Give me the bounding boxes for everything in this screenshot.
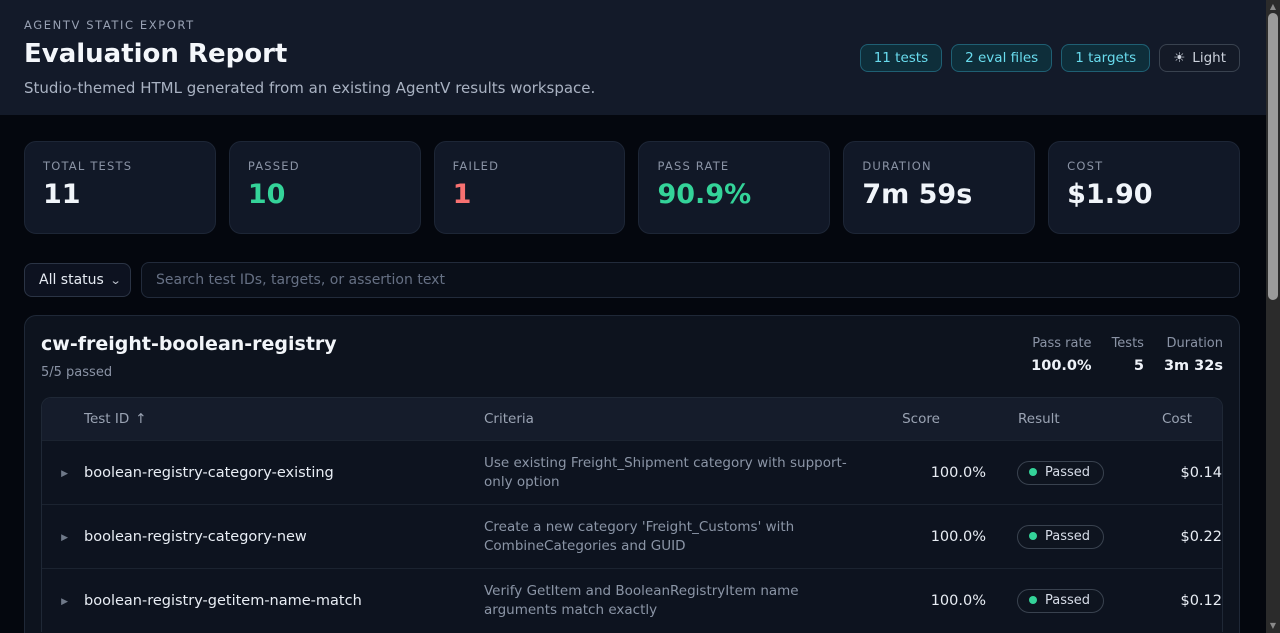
page-viewport: AGENTV STATIC EXPORT Evaluation Report S…: [0, 0, 1266, 633]
stat-card-failed: FAILED 1: [434, 141, 626, 234]
sun-icon: ☀: [1173, 50, 1185, 66]
page-header: AGENTV STATIC EXPORT Evaluation Report S…: [0, 0, 1266, 115]
vertical-scrollbar[interactable]: ▲ ▼: [1266, 0, 1280, 633]
stat-label: PASSED: [248, 159, 402, 173]
filter-bar: All status ⌄: [0, 234, 1266, 298]
column-header-label: Test ID: [84, 411, 129, 427]
scroll-down-icon[interactable]: ▼: [1266, 619, 1280, 633]
badge-targets-count: 1 targets: [1061, 44, 1150, 72]
stat-card-duration: DURATION 7m 59s: [843, 141, 1035, 234]
suite-name: cw-freight-boolean-registry: [41, 333, 337, 355]
suite-stats: Pass rate 100.0% Tests 5 Duration 3m 32s: [1031, 336, 1223, 380]
stat-label: PASS RATE: [657, 159, 811, 173]
cost-cell: $0.22: [1132, 529, 1222, 545]
stat-card-cost: COST $1.90: [1048, 141, 1240, 234]
stat-card-total-tests: TOTAL TESTS 11: [24, 141, 216, 234]
status-filter-value: All status: [39, 272, 104, 288]
suite-stat-label: Pass rate: [1031, 336, 1091, 351]
expand-caret-icon[interactable]: ▶: [42, 467, 68, 479]
suite-stat-tests: Tests 5: [1112, 336, 1144, 380]
suite-stat-duration: Duration 3m 32s: [1164, 336, 1223, 380]
suite-panel: cw-freight-boolean-registry 5/5 passed P…: [24, 315, 1240, 633]
column-header-test-id[interactable]: Test ID ↑: [68, 411, 460, 427]
suite-stat-value: 5: [1112, 358, 1144, 374]
header-badges: 11 tests 2 eval files 1 targets ☀ Light: [860, 44, 1240, 72]
stat-card-passed: PASSED 10: [229, 141, 421, 234]
pass-dot-icon: [1029, 532, 1037, 540]
column-header-result[interactable]: Result: [986, 411, 1132, 427]
status-badge: Passed: [1017, 589, 1104, 613]
score-cell: 100.0%: [856, 465, 986, 481]
stat-label: FAILED: [453, 159, 607, 173]
suite-stat-pass-rate: Pass rate 100.0%: [1031, 336, 1091, 380]
column-header-criteria[interactable]: Criteria: [460, 411, 856, 427]
test-id-cell: boolean-registry-getitem-name-match: [68, 593, 460, 609]
chevron-down-icon: ⌄: [109, 274, 121, 287]
stat-value: 11: [43, 179, 197, 210]
badge-eval-files-count: 2 eval files: [951, 44, 1052, 72]
suite-stat-value: 100.0%: [1031, 358, 1091, 374]
stat-label: DURATION: [862, 159, 1016, 173]
page-title: Evaluation Report: [24, 39, 595, 69]
status-filter-select[interactable]: All status ⌄: [24, 263, 131, 297]
suite-stat-value: 3m 32s: [1164, 358, 1223, 374]
column-header-cost[interactable]: Cost: [1132, 411, 1222, 427]
expand-caret-icon[interactable]: ▶: [42, 595, 68, 607]
stat-value: 90.9%: [657, 179, 811, 210]
stat-value: 7m 59s: [862, 179, 1016, 210]
result-cell: Passed: [986, 461, 1132, 485]
status-badge-label: Passed: [1045, 465, 1090, 480]
status-badge: Passed: [1017, 525, 1104, 549]
expand-caret-icon[interactable]: ▶: [42, 531, 68, 543]
cost-cell: $0.12: [1132, 593, 1222, 609]
score-cell: 100.0%: [856, 593, 986, 609]
eyebrow-label: AGENTV STATIC EXPORT: [24, 18, 595, 32]
pass-dot-icon: [1029, 468, 1037, 476]
cost-cell: $0.14: [1132, 465, 1222, 481]
stat-value: 1: [453, 179, 607, 210]
status-badge-label: Passed: [1045, 529, 1090, 544]
suite-panel-header: cw-freight-boolean-registry 5/5 passed P…: [25, 316, 1239, 394]
summary-stats-row: TOTAL TESTS 11 PASSED 10 FAILED 1 PASS R…: [0, 115, 1266, 234]
table-row[interactable]: ▶ boolean-registry-getitem-name-match Ve…: [42, 568, 1222, 632]
stat-value: 10: [248, 179, 402, 210]
result-cell: Passed: [986, 589, 1132, 613]
result-cell: Passed: [986, 525, 1132, 549]
table-row[interactable]: ▶ boolean-registry-category-existing Use…: [42, 440, 1222, 504]
pass-dot-icon: [1029, 596, 1037, 604]
table-header-row: Test ID ↑ Criteria Score Result Cost: [42, 398, 1222, 440]
score-cell: 100.0%: [856, 529, 986, 545]
criteria-cell: Verify GetItem and BooleanRegistryItem n…: [460, 582, 856, 620]
table-row[interactable]: ▶ boolean-registry-category-new Create a…: [42, 504, 1222, 568]
stat-value: $1.90: [1067, 179, 1221, 210]
suite-title-block: cw-freight-boolean-registry 5/5 passed: [41, 333, 337, 380]
status-badge: Passed: [1017, 461, 1104, 485]
scroll-up-icon[interactable]: ▲: [1266, 0, 1280, 14]
scrollbar-thumb[interactable]: [1268, 13, 1278, 300]
suite-stat-label: Tests: [1112, 336, 1144, 351]
test-id-cell: boolean-registry-category-existing: [68, 465, 460, 481]
stat-label: TOTAL TESTS: [43, 159, 197, 173]
theme-toggle-button[interactable]: ☀ Light: [1159, 44, 1240, 72]
suite-passed-summary: 5/5 passed: [41, 365, 337, 380]
header-text-block: AGENTV STATIC EXPORT Evaluation Report S…: [24, 16, 595, 97]
criteria-cell: Use existing Freight_Shipment category w…: [460, 454, 856, 492]
badge-tests-count: 11 tests: [860, 44, 942, 72]
criteria-cell: Create a new category 'Freight_Customs' …: [460, 518, 856, 556]
search-input[interactable]: [141, 262, 1240, 298]
theme-toggle-label: Light: [1192, 50, 1226, 66]
test-id-cell: boolean-registry-category-new: [68, 529, 460, 545]
column-header-score[interactable]: Score: [856, 411, 986, 427]
suite-stat-label: Duration: [1164, 336, 1223, 351]
sort-ascending-icon: ↑: [135, 411, 146, 427]
page-subtitle: Studio-themed HTML generated from an exi…: [24, 79, 595, 97]
results-table: Test ID ↑ Criteria Score Result Cost ▶ bo…: [41, 397, 1223, 632]
stat-label: COST: [1067, 159, 1221, 173]
stat-card-pass-rate: PASS RATE 90.9%: [638, 141, 830, 234]
status-badge-label: Passed: [1045, 593, 1090, 608]
